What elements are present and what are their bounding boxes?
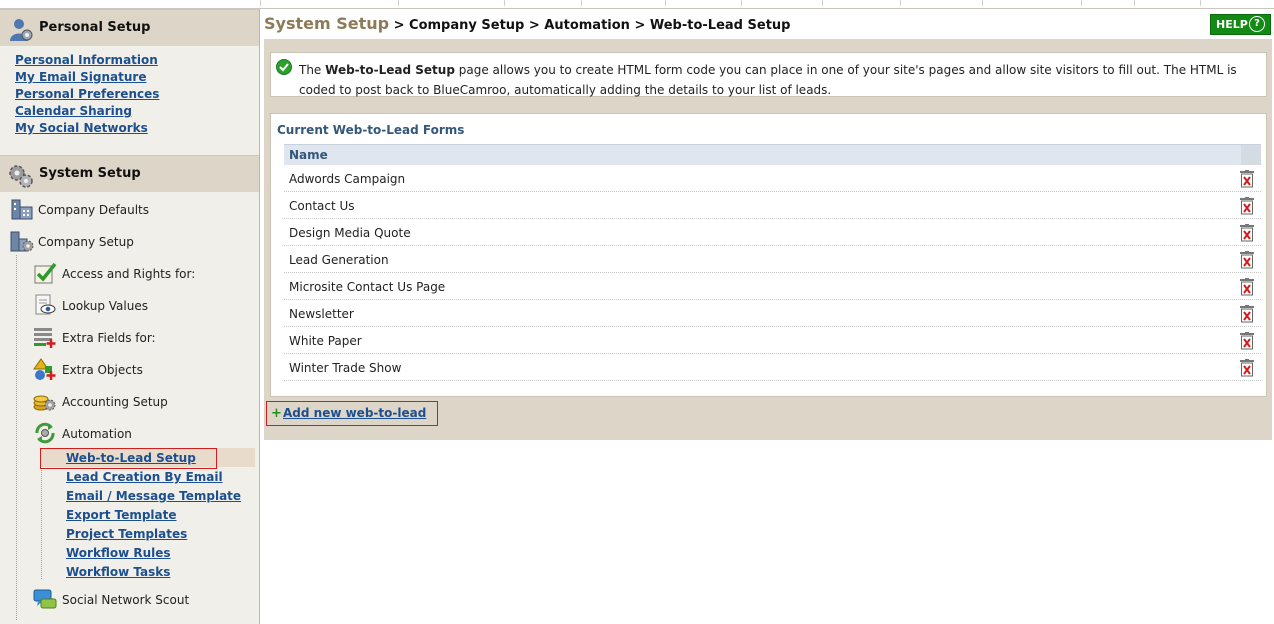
add-plus-icon: + <box>271 406 282 421</box>
header-end-cell <box>1241 145 1261 165</box>
add-objects-icon <box>33 358 56 380</box>
breadcrumb-path: > Company Setup > Automation > Web-to-Le… <box>389 18 791 33</box>
link-calendar-sharing[interactable]: Calendar Sharing <box>15 104 132 118</box>
form-name[interactable]: Design Media Quote <box>289 226 411 240</box>
sidebar-item-accounting-setup[interactable]: Accounting Setup <box>33 389 253 413</box>
sidebar-item-label: Company Setup <box>38 235 134 249</box>
link-my-email-signature[interactable]: My Email Signature <box>15 70 146 84</box>
content-panel: The Web-to-Lead Setup page allows you to… <box>264 39 1272 440</box>
link-web-to-lead-setup[interactable]: Web-to-Lead Setup <box>66 451 196 465</box>
link-my-social-networks[interactable]: My Social Networks <box>15 121 148 135</box>
main-content: System Setup > Company Setup > Automatio… <box>262 9 1274 624</box>
web-to-lead-forms-box: Current Web-to-Lead Forms Name Adwords C… <box>270 113 1267 397</box>
sidebar-item-label: Extra Fields for: <box>62 331 156 345</box>
link-lead-creation-by-email[interactable]: Lead Creation By Email <box>66 470 223 484</box>
link-workflow-rules[interactable]: Workflow Rules <box>66 546 171 560</box>
delete-icon[interactable] <box>1239 197 1255 215</box>
check-circle-icon <box>276 59 292 75</box>
table-row[interactable]: Winter Trade Show <box>284 354 1261 381</box>
column-header-name[interactable]: Name <box>289 148 328 162</box>
link-project-templates[interactable]: Project Templates <box>66 527 187 541</box>
system-setup-title: System Setup <box>39 166 141 181</box>
gears-icon <box>9 165 33 188</box>
info-text: The Web-to-Lead Setup page allows you to… <box>299 60 1249 100</box>
delete-icon[interactable] <box>1239 278 1255 296</box>
personal-setup-header: Personal Setup <box>0 9 259 46</box>
add-fields-icon <box>34 328 56 348</box>
sidebar-item-label: Company Defaults <box>38 203 149 217</box>
chat-bubbles-icon <box>33 589 57 609</box>
link-export-template[interactable]: Export Template <box>66 508 177 522</box>
system-setup-header: System Setup <box>0 155 259 192</box>
sidebar-item-label: Lookup Values <box>62 299 148 313</box>
link-personal-information[interactable]: Personal Information <box>15 53 158 67</box>
sidebar-item-extra-fields[interactable]: Extra Fields for: <box>33 325 253 349</box>
link-workflow-tasks[interactable]: Workflow Tasks <box>66 565 170 579</box>
help-question-icon: ? <box>1249 16 1265 32</box>
table-row[interactable]: Adwords Campaign <box>284 165 1261 192</box>
sidebar-item-label: Accounting Setup <box>62 395 168 409</box>
link-email-message-template[interactable]: Email / Message Template <box>66 489 241 503</box>
setup-sidebar: Personal Setup Personal Information My E… <box>0 9 260 624</box>
table-row[interactable]: Microsite Contact Us Page <box>284 273 1261 300</box>
table-row[interactable]: Design Media Quote <box>284 219 1261 246</box>
sidebar-item-label: Extra Objects <box>62 363 143 377</box>
delete-icon[interactable] <box>1239 305 1255 323</box>
personal-setup-title: Personal Setup <box>39 20 151 35</box>
automation-cycle-icon <box>35 422 55 444</box>
form-name[interactable]: Contact Us <box>289 199 355 213</box>
breadcrumb-root[interactable]: System Setup <box>264 14 389 33</box>
table-header: Name <box>284 144 1261 165</box>
sidebar-item-social-network-scout[interactable]: Social Network Scout <box>33 588 253 612</box>
sidebar-item-lookup-values[interactable]: Lookup Values <box>33 293 253 317</box>
coins-gear-icon <box>33 395 56 411</box>
sidebar-item-label: Automation <box>62 427 132 441</box>
table-row[interactable]: Contact Us <box>284 192 1261 219</box>
form-name[interactable]: White Paper <box>289 334 362 348</box>
eye-document-icon <box>35 294 56 315</box>
sidebar-item-company-defaults[interactable]: Company Defaults <box>10 197 250 221</box>
help-label: HELP <box>1216 18 1248 31</box>
form-name[interactable]: Microsite Contact Us Page <box>289 280 445 294</box>
delete-icon[interactable] <box>1239 224 1255 242</box>
forms-section-title: Current Web-to-Lead Forms <box>277 123 465 137</box>
sidebar-item-automation[interactable]: Automation <box>33 421 253 445</box>
form-name[interactable]: Lead Generation <box>289 253 389 267</box>
add-new-web-to-lead-link[interactable]: Add new web-to-lead <box>283 406 426 420</box>
info-text-pre: The <box>299 63 326 77</box>
sidebar-item-extra-objects[interactable]: Extra Objects <box>33 357 253 381</box>
top-toolbar-strip <box>0 0 1274 9</box>
sidebar-item-company-setup[interactable]: Company Setup <box>10 229 250 253</box>
sidebar-item-label: Access and Rights for: <box>62 267 196 281</box>
checkmark-list-icon <box>34 262 57 284</box>
table-row[interactable]: White Paper <box>284 327 1261 354</box>
sidebar-item-access-and-rights[interactable]: Access and Rights for: <box>33 261 253 285</box>
info-text-bold: Web-to-Lead Setup <box>325 63 455 77</box>
delete-icon[interactable] <box>1239 359 1255 377</box>
breadcrumb: System Setup > Company Setup > Automatio… <box>264 14 790 33</box>
form-name[interactable]: Newsletter <box>289 307 354 321</box>
tree-line-company <box>16 255 17 620</box>
delete-icon[interactable] <box>1239 251 1255 269</box>
building-icon <box>11 199 33 220</box>
table-row[interactable]: Lead Generation <box>284 246 1261 273</box>
delete-icon[interactable] <box>1239 170 1255 188</box>
table-row[interactable]: Newsletter <box>284 300 1261 327</box>
help-button[interactable]: HELP ? <box>1210 14 1271 35</box>
form-name[interactable]: Adwords Campaign <box>289 172 405 186</box>
personal-setup-icon <box>10 19 33 41</box>
delete-icon[interactable] <box>1239 332 1255 350</box>
form-name[interactable]: Winter Trade Show <box>289 361 401 375</box>
building-gear-icon <box>10 231 34 252</box>
link-personal-preferences[interactable]: Personal Preferences <box>15 87 159 101</box>
info-message: The Web-to-Lead Setup page allows you to… <box>270 52 1267 97</box>
sidebar-item-label: Social Network Scout <box>62 593 190 607</box>
